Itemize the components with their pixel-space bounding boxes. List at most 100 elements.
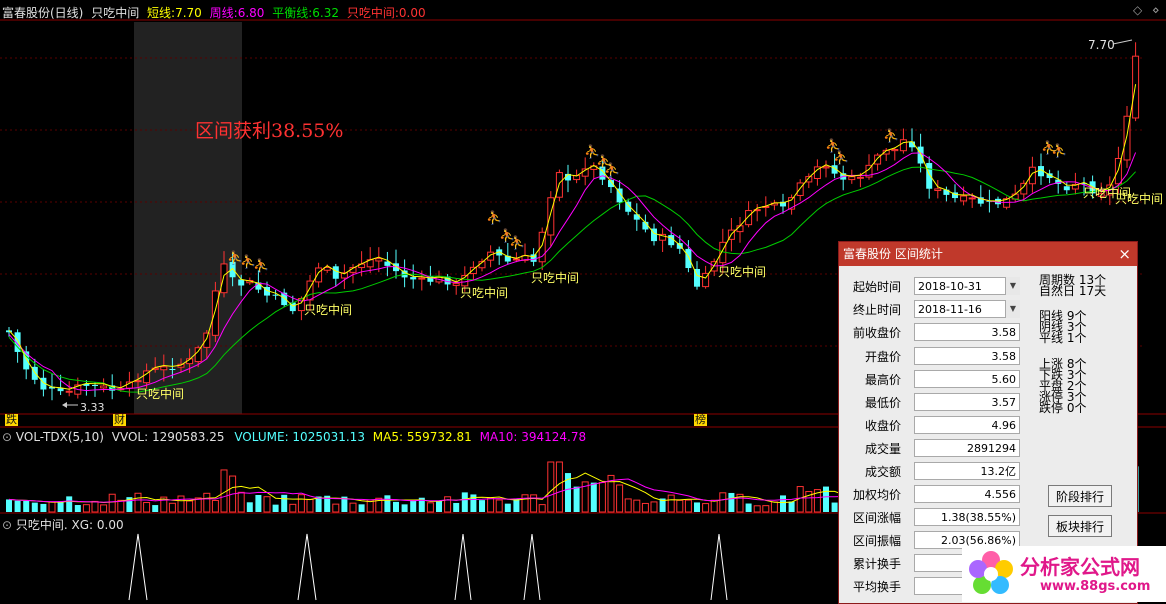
volume-bar — [237, 491, 245, 513]
volume-bar — [194, 497, 202, 513]
volume-bar — [255, 494, 262, 512]
volume-bar — [823, 486, 829, 512]
expand-icon[interactable]: ⋄ — [1152, 3, 1160, 17]
volume-bar — [538, 504, 546, 513]
stat-label: 加权均价 — [852, 488, 901, 502]
volume-bar — [495, 499, 503, 513]
signal-label: 只吃中间 — [1115, 192, 1164, 206]
volume-bar — [384, 495, 391, 512]
tag-cai[interactable]: 财 — [113, 414, 126, 426]
stat-label: 累计换手 — [852, 557, 901, 571]
volume-bar — [66, 496, 73, 512]
volume-bar — [788, 501, 795, 512]
volume-bar — [117, 499, 125, 513]
signal-marker-icon: ⛹ — [883, 127, 899, 144]
volume-bar — [332, 503, 340, 513]
stat-label: 平均换手 — [852, 580, 901, 594]
signal-label: 只吃中间 — [136, 387, 185, 401]
high-price-label: 7.70 — [1088, 38, 1115, 52]
stat-label: 区间振幅 — [852, 534, 901, 548]
candle-body — [856, 176, 864, 179]
volume-bar — [573, 486, 580, 512]
volume-bar — [487, 497, 495, 513]
stat-label: 区间涨幅 — [852, 511, 901, 525]
volume-bar — [436, 501, 442, 512]
stat-value: 13.2亿 — [914, 462, 1020, 480]
chevron-down-icon[interactable]: ▼ — [1005, 277, 1020, 295]
volume-bar — [780, 495, 786, 512]
candle-body — [745, 210, 753, 226]
week-value: 6.80 — [237, 6, 265, 20]
stage-rank-button[interactable]: 阶段排行 — [1048, 485, 1112, 507]
watermark-url: www.88gs.com — [1040, 579, 1151, 594]
volume-bar — [555, 461, 563, 513]
signal-label: 只吃中间 — [718, 265, 767, 279]
flower-icon — [969, 551, 1013, 594]
volume-bar — [281, 494, 288, 512]
vol-collapse-icon[interactable]: ⊙ — [2, 430, 12, 444]
candle-body — [375, 258, 383, 262]
period-stats: 周期数 13个 自然日 17天 — [1039, 274, 1106, 297]
volume-bar — [297, 494, 305, 513]
tag-die[interactable]: 跌 — [5, 414, 18, 426]
volume-bar — [590, 482, 597, 512]
stat-label: 成交量 — [864, 442, 901, 456]
start-time-label: 起始时间 — [852, 280, 901, 294]
volume-bar — [453, 502, 460, 512]
volume-bar — [246, 502, 253, 512]
volume-bar — [530, 494, 538, 513]
vvol-value: VVOL: 1290583.25 — [111, 430, 225, 444]
collapse-icon[interactable]: ◇ — [1133, 3, 1142, 17]
volume-bar — [547, 461, 555, 513]
candle-body — [917, 146, 924, 164]
stat-value: 2891294 — [914, 439, 1020, 457]
dialog-titlebar[interactable]: 富春股份 区间统计 × — [839, 242, 1137, 266]
volume-bar — [461, 492, 468, 512]
indicator-title: 只吃中间 — [91, 6, 140, 20]
volume-bar — [143, 502, 151, 513]
volume-bar — [694, 502, 700, 512]
stat-value: 4.96 — [914, 416, 1020, 434]
volume-bar — [728, 492, 735, 512]
candle-body — [796, 182, 804, 196]
interval-highlight — [134, 22, 242, 414]
chevron-down-icon[interactable]: ▼ — [1005, 300, 1020, 318]
sector-rank-button[interactable]: 板块排行 — [1048, 515, 1112, 537]
volume-bar — [31, 502, 38, 512]
volume-bar — [108, 493, 116, 513]
tag-bang[interactable]: 榜 — [694, 414, 707, 426]
volume-bar — [306, 498, 314, 513]
stat-label: 最低价 — [864, 396, 901, 410]
candle-body — [1063, 186, 1070, 191]
sig-collapse-icon[interactable]: ⊙ — [2, 518, 12, 532]
dialog-title: 富春股份 区间统计 — [843, 247, 943, 261]
candle-body — [736, 225, 744, 233]
candle-body — [315, 267, 323, 283]
candle-body — [418, 277, 426, 280]
signal-label: 只吃中间 — [531, 271, 580, 285]
watermark-logo: 分析家公式网 www.88gs.com — [962, 546, 1166, 602]
volume-bar — [74, 505, 81, 512]
volume-bar — [134, 492, 142, 513]
candle-body — [169, 368, 176, 371]
close-icon[interactable]: × — [1118, 242, 1131, 266]
stat-label: 开盘价 — [864, 350, 901, 364]
volume-bar — [177, 495, 185, 513]
signal-label: 只吃中间 — [304, 303, 353, 317]
ma5-value: MA5: 559732.81 — [372, 430, 472, 444]
candle-body — [100, 385, 108, 389]
volume-bar — [211, 499, 219, 513]
stock-title: 富春股份(日线) — [2, 6, 84, 20]
volume-bar — [272, 504, 279, 512]
change-stats: 上涨 8个 下跌 3个 平盘 2个 涨停 3个 跌停 0个 — [1039, 358, 1086, 414]
candle-body — [203, 332, 211, 348]
volume-bar — [393, 501, 399, 512]
signal-marker-icon: ⛹ — [253, 257, 269, 274]
candle-body — [530, 254, 537, 262]
vol-title: VOL-TDX(5,10) — [15, 430, 104, 444]
volume-bar — [82, 504, 90, 513]
candle-body — [512, 258, 520, 261]
candle-body — [332, 266, 339, 279]
short-value: 7.70 — [175, 6, 202, 20]
stat-label: 最高价 — [864, 373, 901, 387]
